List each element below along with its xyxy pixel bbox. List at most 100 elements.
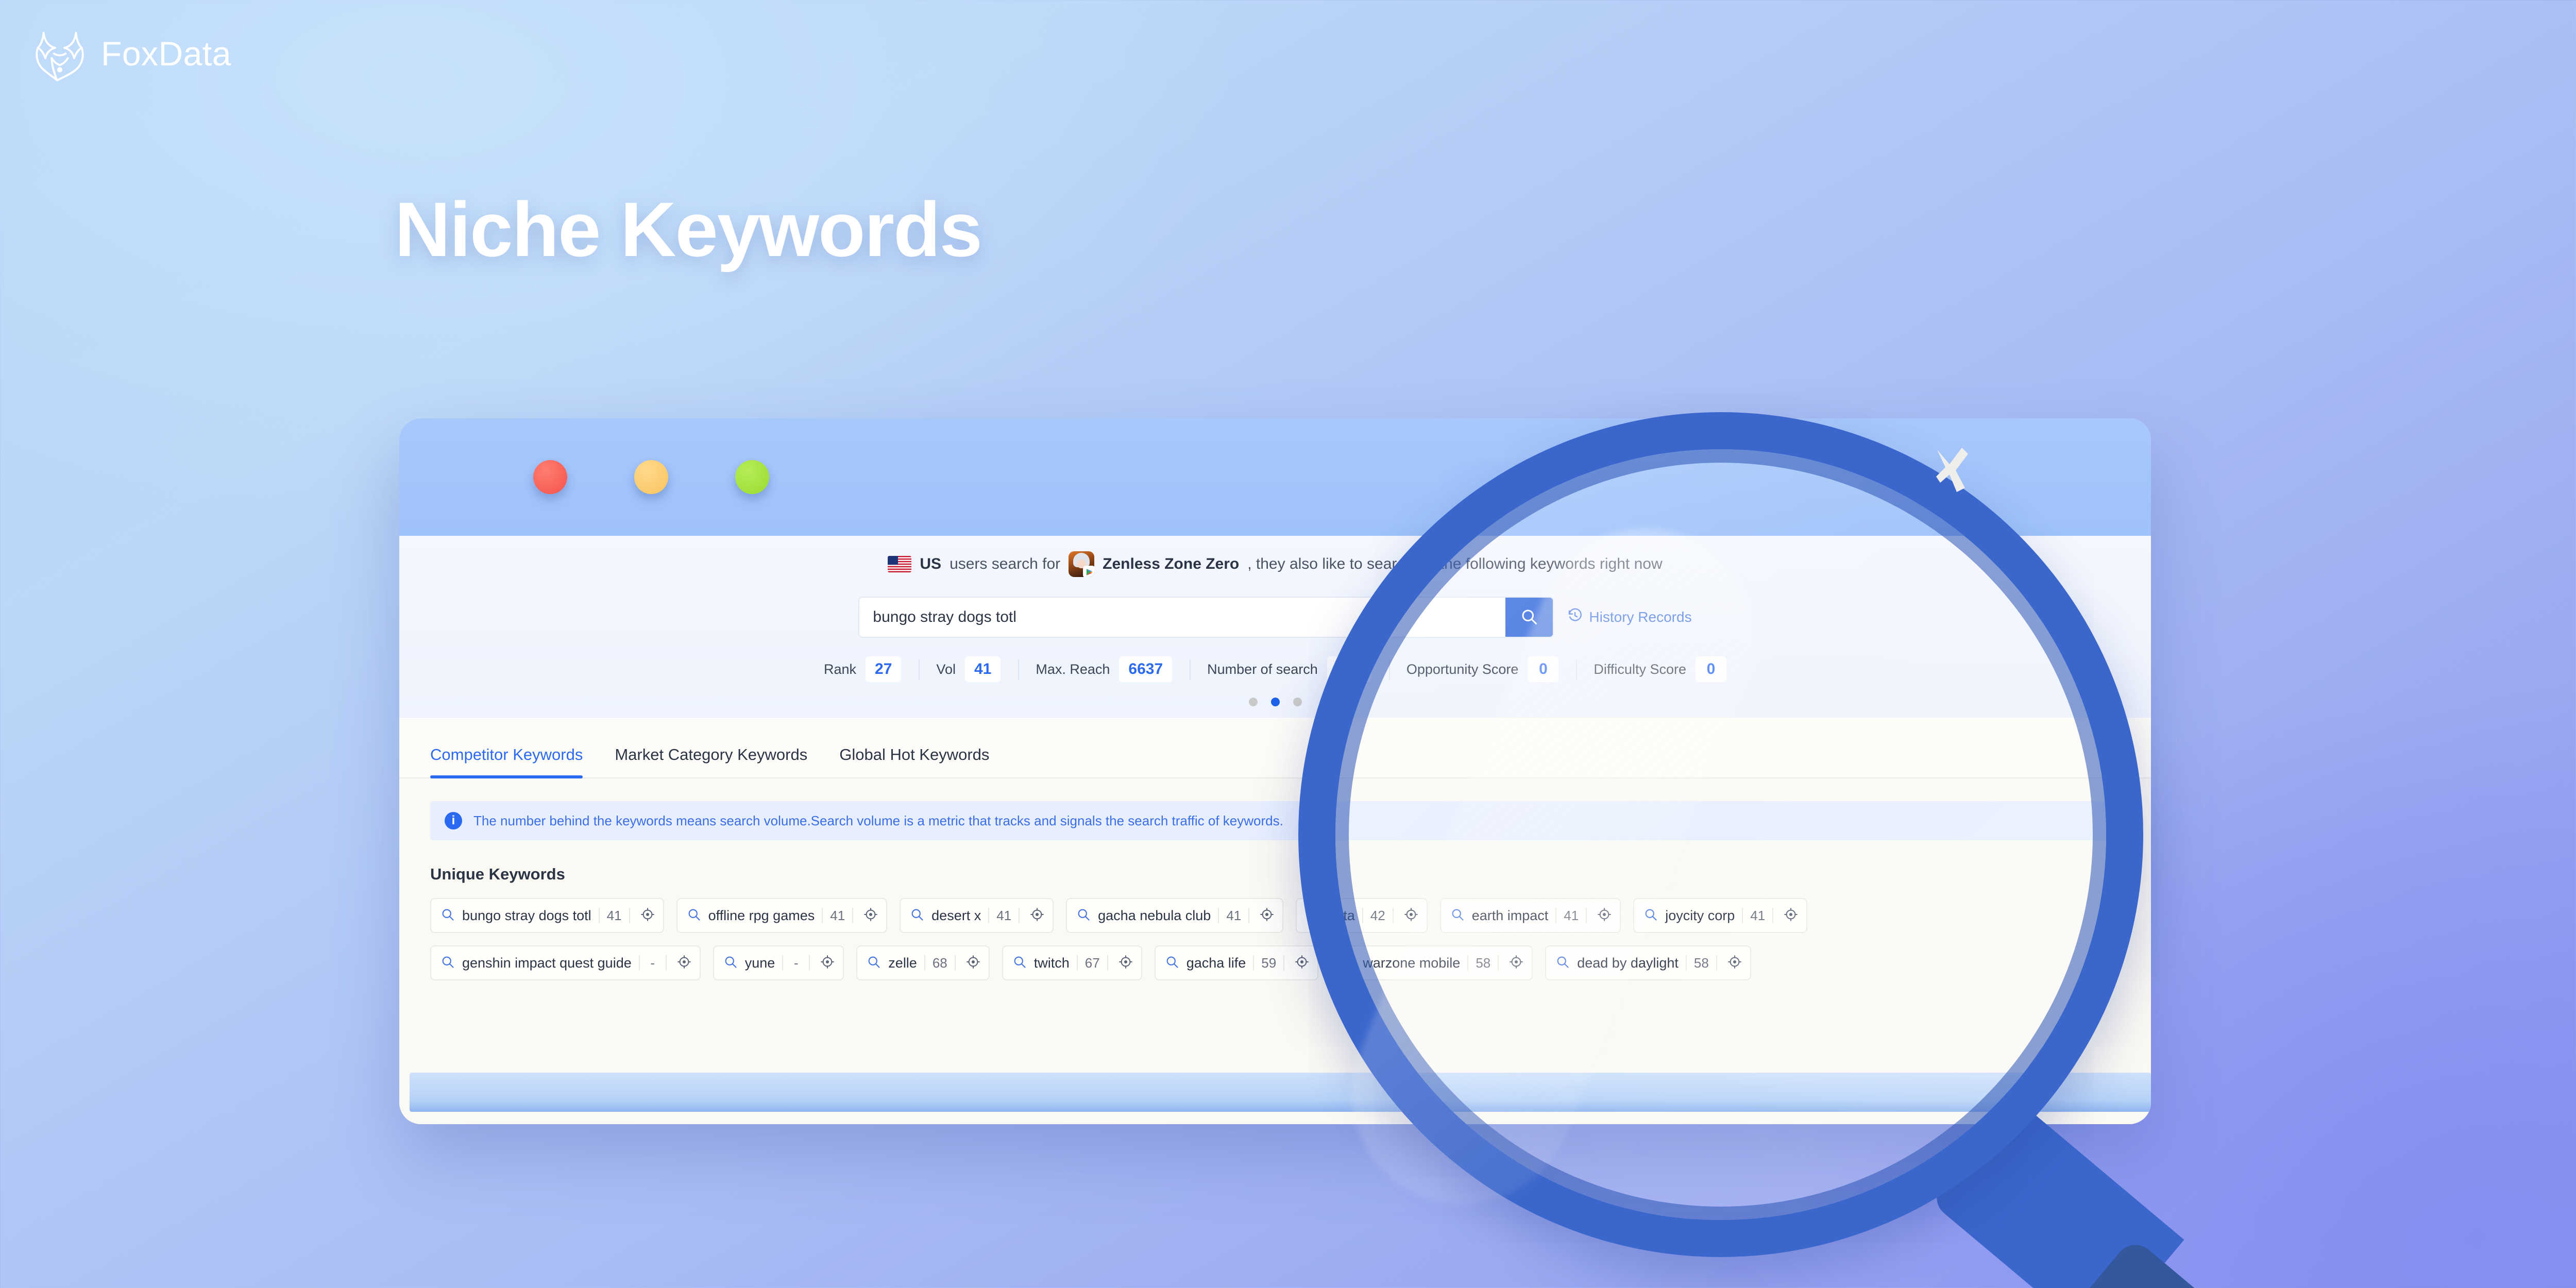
search-icon [1012, 955, 1027, 972]
google-play-icon [1083, 566, 1095, 577]
target-add-icon[interactable] [1027, 907, 1047, 924]
divider [1467, 955, 1469, 971]
target-add-icon[interactable] [1401, 907, 1421, 924]
keyword-tabs: Competitor Keywords Market Category Keyw… [399, 718, 2151, 778]
keyword-chip-label: warzone mobile [1363, 955, 1461, 971]
divider [822, 908, 823, 923]
divider [954, 955, 956, 971]
search-icon [440, 907, 455, 924]
divider [598, 908, 600, 923]
history-records-link[interactable]: History Records [1567, 608, 1692, 627]
divider [1076, 955, 1078, 971]
keyword-chip[interactable]: offline rpg games 41 [676, 898, 888, 933]
target-add-icon[interactable] [674, 955, 694, 972]
keyword-chip[interactable]: earth impact 41 [1439, 898, 1621, 933]
keyword-chip[interactable]: yune - [713, 945, 844, 980]
keyword-chip[interactable]: desert x 41 [900, 898, 1054, 933]
brand-logo-group: FoxData [31, 25, 231, 82]
keyword-chip-volume: 41 [1750, 907, 1766, 923]
keyword-chip[interactable]: dead by daylight 58 [1545, 945, 1751, 980]
keyword-chip[interactable]: warzone mobile 58 [1331, 945, 1533, 980]
keyword-chip[interactable]: gacha life 59 [1154, 945, 1319, 980]
stat-opportunity-score: Opportunity Score 0 [1388, 656, 1577, 682]
keyword-chip-volume: - [650, 955, 655, 971]
target-add-icon[interactable] [963, 955, 984, 972]
search-input[interactable] [859, 608, 1506, 626]
keyword-chip-volume: 41 [830, 907, 845, 923]
target-add-icon[interactable] [1506, 955, 1527, 972]
target-add-icon[interactable] [860, 907, 881, 924]
keyword-chip-label: zelle [888, 955, 917, 971]
search-icon [687, 907, 701, 924]
target-add-icon[interactable] [1257, 907, 1277, 924]
target-add-icon[interactable] [1781, 907, 1801, 924]
tab-global-hot-keywords[interactable]: Global Hot Keywords [839, 745, 989, 777]
divider [1555, 908, 1557, 923]
keyword-chip[interactable]: bungo stray dogs totl 41 [430, 898, 664, 933]
app-name: Zenless Zone Zero [1103, 555, 1240, 572]
carousel-dot[interactable] [1248, 698, 1258, 706]
search-button[interactable] [1505, 598, 1553, 637]
divider [629, 908, 630, 923]
keyword-chip[interactable]: genshin impact quest guide - [430, 945, 701, 980]
stat-label: Opportunity Score [1406, 661, 1519, 677]
stat-rank: Rank 27 [806, 656, 919, 682]
keyword-chip[interactable]: gacha nebula club 41 [1066, 898, 1284, 933]
divider [852, 908, 854, 923]
keyword-chip-volume: 41 [1226, 907, 1242, 923]
stats-row: Rank 27 Vol 41 Max. Reach 6637 Number of… [399, 656, 2151, 682]
target-add-icon[interactable] [817, 955, 838, 972]
stat-label: Difficulty Score [1594, 661, 1686, 677]
stat-vol: Vol 41 [919, 656, 1018, 682]
search-icon [1076, 907, 1091, 924]
search-icon [1165, 955, 1179, 972]
keyword-chip-label: twitch [1033, 955, 1070, 971]
target-add-icon[interactable] [1292, 955, 1312, 972]
keyword-chip[interactable]: twitch 67 [1002, 945, 1142, 980]
search-icon [1643, 907, 1658, 924]
keyword-chip-volume: 41 [996, 907, 1012, 923]
target-add-icon[interactable] [1724, 955, 1745, 972]
divider [1248, 908, 1250, 923]
keyword-chip-volume: - [793, 955, 799, 971]
target-add-icon[interactable] [1115, 955, 1136, 972]
keyword-chip-label: offline rpg games [708, 907, 815, 923]
divider [638, 955, 640, 971]
browser-window-mock: US users search for Zenless Zone Zero , … [399, 418, 2151, 1124]
history-records-label: History Records [1589, 609, 1692, 625]
keyword-chip[interactable]: 5gta 42 [1296, 898, 1428, 933]
tab-competitor-keywords[interactable]: Competitor Keywords [430, 745, 583, 778]
target-add-icon[interactable] [1594, 907, 1615, 924]
stat-label: Rank [824, 661, 857, 677]
carousel-dot[interactable] [1293, 698, 1302, 706]
magnifier-handle [1928, 1097, 2184, 1288]
carousel-dot-active[interactable] [1270, 698, 1280, 706]
horizontal-scrollbar[interactable] [410, 1073, 2151, 1112]
keyword-chip-label: genshin impact quest guide [462, 955, 632, 971]
keyword-chip[interactable]: zelle 68 [856, 945, 990, 980]
keyword-chip-label: 5gta [1328, 907, 1355, 923]
window-close-button[interactable] [533, 460, 567, 494]
keyword-chip-volume: 58 [1693, 955, 1709, 971]
info-icon: i [445, 812, 462, 829]
divider [1019, 908, 1020, 923]
keyword-chip-label: gacha life [1186, 955, 1246, 971]
search-box[interactable] [858, 597, 1554, 638]
divider [1772, 908, 1774, 923]
stat-max-reach: Max. Reach 6637 [1018, 656, 1190, 682]
zenless-zone-zero-app-icon [1069, 551, 1095, 577]
keyword-chip[interactable]: joycity corp 41 [1633, 898, 1808, 933]
target-add-icon[interactable] [637, 907, 658, 924]
keyword-chip-volume: 41 [606, 907, 622, 923]
divider [1107, 955, 1108, 971]
tab-market-category-keywords[interactable]: Market Category Keywords [615, 745, 807, 777]
stat-value: 27 [866, 656, 902, 682]
search-icon [1341, 955, 1355, 972]
window-maximize-button[interactable] [735, 460, 769, 494]
magnifier-handle-tip [2033, 1236, 2251, 1288]
stat-label: Number of search [1207, 661, 1318, 677]
search-icon [867, 955, 881, 972]
keyword-chip-label: earth impact [1471, 907, 1549, 923]
window-minimize-button[interactable] [634, 460, 668, 494]
keyword-chip-volume: 58 [1476, 955, 1491, 971]
